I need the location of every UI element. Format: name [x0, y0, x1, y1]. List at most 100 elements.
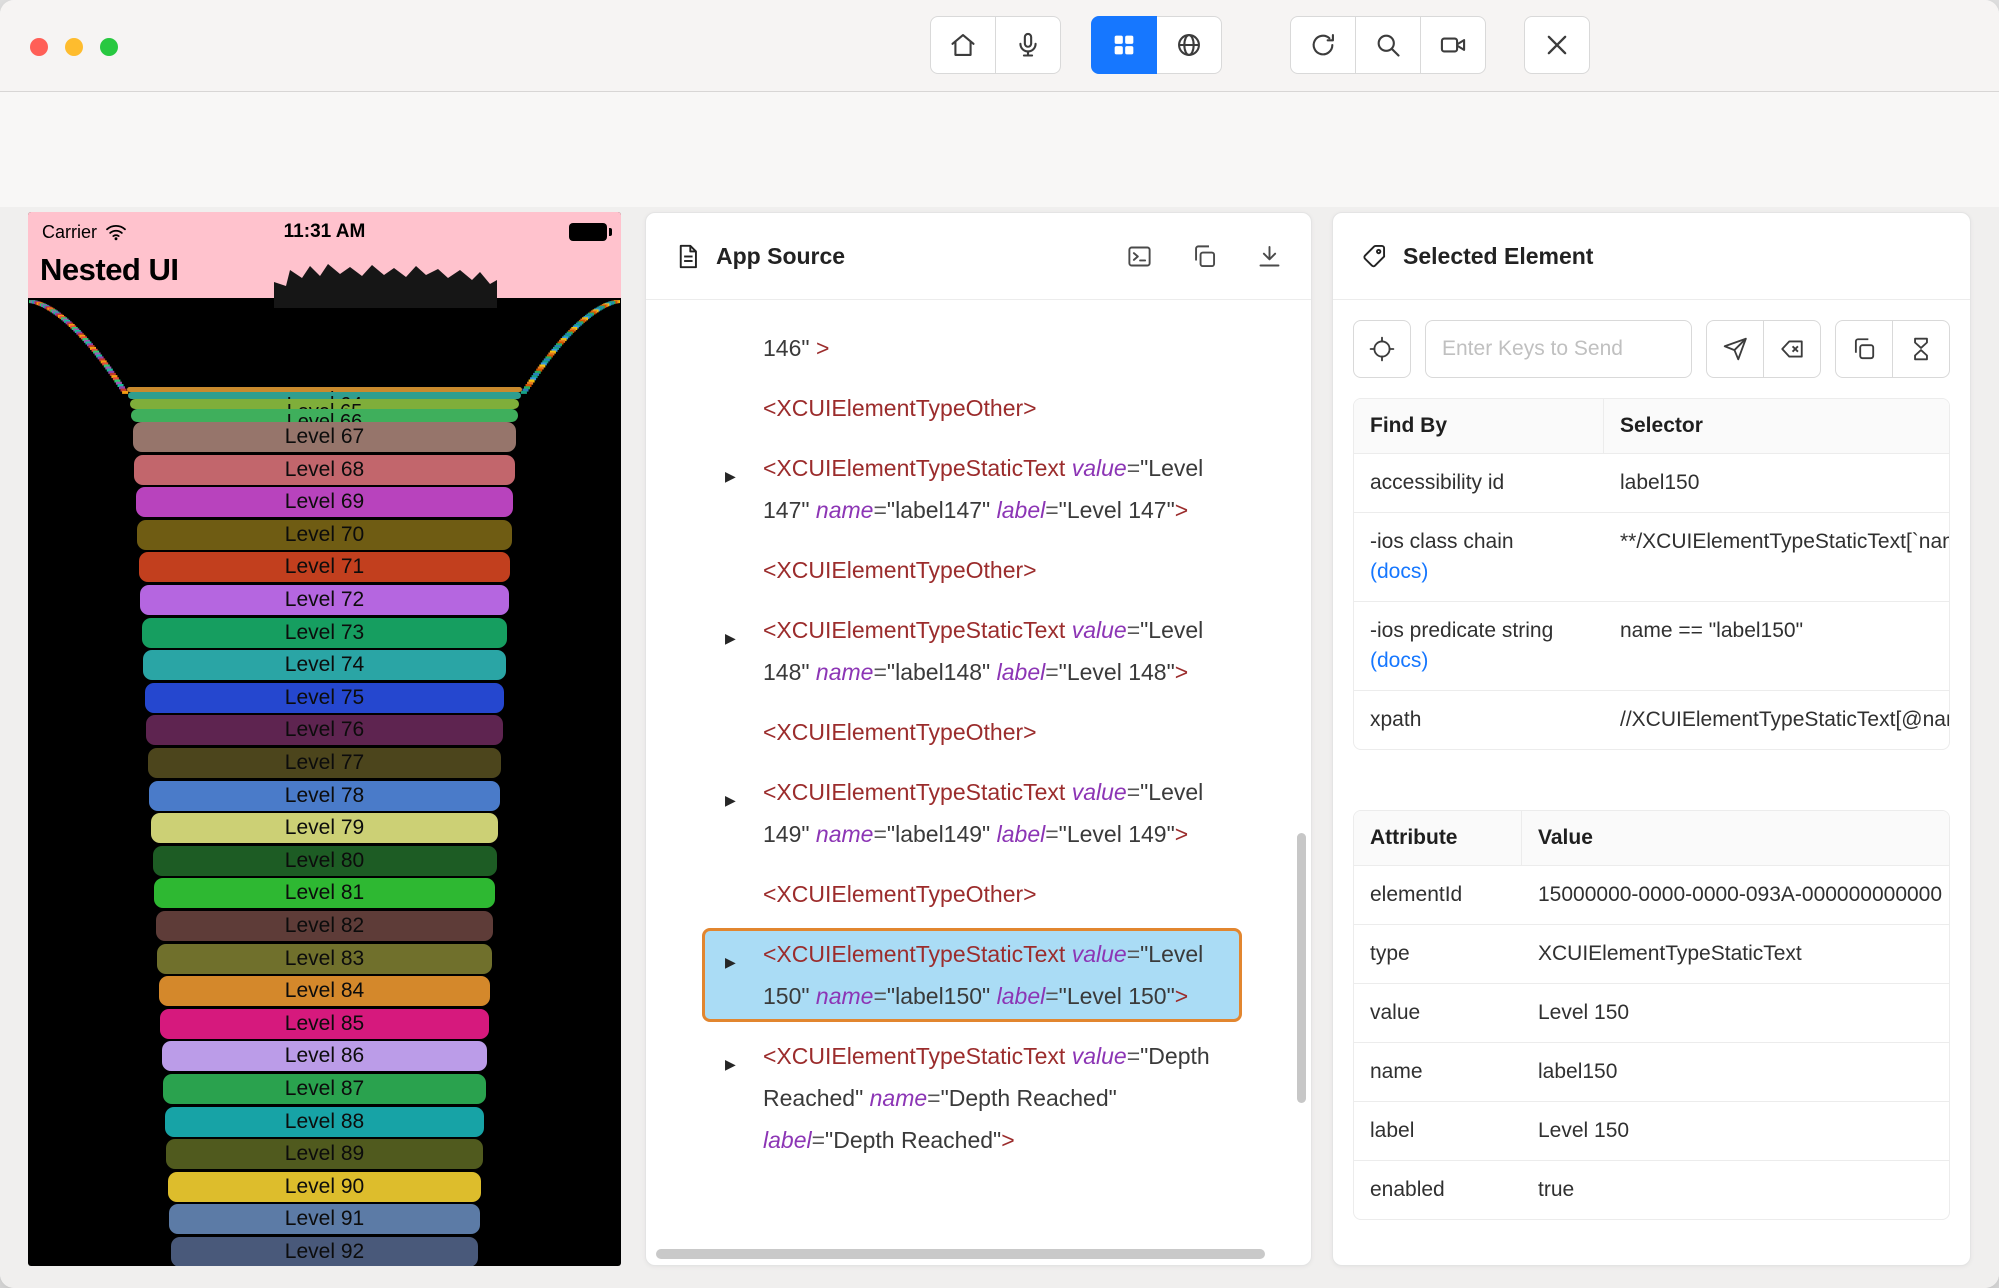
refresh-button[interactable]: [1290, 16, 1356, 74]
screenshot-level-element[interactable]: Level 68: [134, 454, 515, 485]
attribute-rows: elementId 15000000-0000-0000-093A-0000000…: [1354, 865, 1949, 1219]
toolbar-group-quit: [1524, 16, 1590, 74]
microphone-button[interactable]: [995, 16, 1061, 74]
minimize-window-button[interactable]: [65, 38, 83, 56]
level-silhouette: [274, 264, 497, 308]
find-by-table-header: Find By Selector: [1354, 399, 1949, 453]
source-tree-node[interactable]: ▶ <XCUIElementTypeStaticText value="Level…: [702, 928, 1242, 1022]
screenshot-level-element[interactable]: Level 72: [140, 585, 509, 615]
find-by-key-cell: -ios class chain (docs): [1354, 513, 1604, 601]
source-tree-node[interactable]: ▶ <XCUIElementTypeStaticText value="Depth…: [702, 1030, 1242, 1166]
source-tree-node[interactable]: ▶ <XCUIElementTypeStaticText value="Level…: [702, 766, 1242, 860]
copy-attributes-button[interactable]: [1835, 320, 1893, 378]
expand-arrow-icon[interactable]: ▶: [725, 617, 736, 659]
globe-icon: [1178, 34, 1200, 56]
screenshot-level-element[interactable]: Level 75: [144, 682, 505, 713]
quit-session-button[interactable]: [1524, 16, 1590, 74]
screenshot-level-element[interactable]: Level 74: [143, 650, 506, 681]
screenshot-level-element[interactable]: Level 84: [158, 976, 491, 1007]
source-tree-node[interactable]: <XCUIElementTypeOther>: [702, 382, 1242, 434]
screenshot-level-element[interactable]: Level 73: [141, 617, 508, 648]
screenshot-level-element[interactable]: Level 90: [167, 1171, 482, 1202]
close-window-button[interactable]: [30, 38, 48, 56]
screenshot-level-element[interactable]: Level 76: [146, 715, 503, 746]
zoom-window-button[interactable]: [100, 38, 118, 56]
screenshot-level-element[interactable]: Level 69: [135, 487, 514, 518]
source-tree-node[interactable]: 146" >: [702, 322, 1242, 374]
screenshot-level-element[interactable]: Level 65: [129, 399, 520, 409]
expand-arrow-icon[interactable]: ▶: [725, 779, 736, 821]
expand-arrow-icon[interactable]: ▶: [725, 941, 736, 983]
screenshot-level-element[interactable]: Level 86: [161, 1041, 488, 1072]
terminal-icon[interactable]: [1126, 243, 1153, 270]
docs-link[interactable]: (docs): [1370, 560, 1588, 584]
locate-element-button[interactable]: [1353, 320, 1411, 378]
selected-element-body: Find By Selector accessibility id label15…: [1333, 300, 1970, 1220]
screenshot-level-element[interactable]: Level 81: [154, 878, 495, 909]
screenshot-level-element[interactable]: Level 70: [137, 519, 512, 550]
source-tree: 146" > <XCUIElementTypeOther> ▶ <XCUIElemen…: [646, 300, 1311, 1265]
attribute-value-cell: Level 150: [1538, 1001, 1630, 1024]
horizontal-scrollbar[interactable]: [656, 1249, 1265, 1259]
subbar: SourceCommandsGesturesRecorderSession In…: [0, 92, 1999, 287]
attribute-value-cell: XCUIElementTypeStaticText: [1538, 942, 1802, 965]
find-by-row: -ios class chain (docs) **/XCUIElementType…: [1354, 512, 1949, 601]
download-icon[interactable]: [1256, 243, 1283, 270]
device-screenshot[interactable]: Carrier 11:31 AM Nested UI Level 63Level…: [28, 212, 621, 1266]
screenshot-level-element[interactable]: Level 87: [163, 1074, 486, 1104]
screenshot-level-element[interactable]: Level 80: [152, 845, 497, 876]
selector-cell: label150: [1620, 471, 1700, 494]
source-tree-node[interactable]: <XCUIElementTypeOther>: [702, 544, 1242, 596]
search-button[interactable]: [1355, 16, 1421, 74]
expand-arrow-icon[interactable]: ▶: [725, 455, 736, 497]
screenshot-level-element[interactable]: Level 67: [132, 422, 517, 452]
source-tree-node[interactable]: <XCUIElementTypeOther>: [702, 868, 1242, 920]
copy-icon[interactable]: [1191, 243, 1218, 270]
status-bar: Carrier 11:31 AM: [28, 212, 621, 252]
attributes-table: Attribute Value elementId 15000000-0000-0…: [1353, 810, 1950, 1220]
screenshot-level-element[interactable]: Level 92: [170, 1237, 479, 1266]
screenshot-level-element[interactable]: Level 83: [157, 943, 492, 974]
screenshot-level-element[interactable]: Level 66: [131, 409, 518, 422]
attribute-value-cell: 15000000-0000-0000-093A-000000000000: [1538, 883, 1943, 906]
toolbar-group-view: [1091, 16, 1222, 74]
screenshot-level-element[interactable]: Level 71: [138, 552, 511, 583]
source-tree-node[interactable]: ▶ <XCUIElementTypeStaticText value="Level…: [702, 442, 1242, 536]
app-title: Nested UI: [40, 252, 179, 287]
screenshot-level-element[interactable]: Level 85: [160, 1008, 489, 1039]
app-source-title: App Source: [716, 242, 846, 269]
screenshot-level-element[interactable]: Level 82: [155, 911, 494, 941]
selector-cell: **/XCUIElementTypeStaticText[`name == "l…: [1620, 530, 1949, 553]
find-by-key-cell: -ios predicate string (docs): [1354, 602, 1604, 690]
send-keys-input[interactable]: [1425, 320, 1692, 378]
docs-link[interactable]: (docs): [1370, 649, 1588, 673]
attribute-name-cell: type: [1370, 942, 1410, 965]
expand-arrow-icon[interactable]: ▶: [725, 1043, 736, 1085]
screenshot-level-element[interactable]: Level 89: [166, 1139, 483, 1170]
vertical-scrollbar[interactable]: [1297, 833, 1306, 1103]
tag-icon: [1363, 244, 1386, 267]
screenshot-level-element[interactable]: Level 77: [147, 748, 502, 778]
wait-for-element-button[interactable]: [1892, 320, 1950, 378]
apps-grid-button[interactable]: [1091, 16, 1157, 74]
home-button[interactable]: [930, 16, 996, 74]
close-x-icon: [1547, 35, 1567, 55]
screenshot-level-element[interactable]: Level 64: [128, 392, 521, 399]
send-keys-button[interactable]: [1706, 320, 1764, 378]
find-by-row: xpath //XCUIElementTypeStaticText[@name="…: [1354, 690, 1949, 749]
screenshot-level-element[interactable]: Level 79: [150, 813, 499, 844]
globe-button[interactable]: [1156, 16, 1222, 74]
source-tree-node[interactable]: <XCUIElementTypeOther>: [702, 706, 1242, 758]
screenshot-level-element[interactable]: Level 91: [169, 1204, 480, 1235]
find-by-key-cell: accessibility id: [1370, 471, 1505, 494]
clear-field-button[interactable]: [1763, 320, 1821, 378]
source-tree-node[interactable]: ▶ <XCUIElementTypeStaticText value="Level…: [702, 604, 1242, 698]
copy-icon: [1854, 338, 1875, 360]
screen-record-button[interactable]: [1420, 16, 1486, 74]
selected-element-title: Selected Element: [1403, 242, 1594, 269]
screenshot-level-element[interactable]: Level 88: [164, 1106, 485, 1137]
attribute-name-cell: name: [1370, 1060, 1423, 1083]
attribute-name-cell: value: [1370, 1001, 1421, 1024]
screenshot-level-element[interactable]: Level 78: [149, 780, 500, 811]
attribute-row: enabled true: [1354, 1160, 1949, 1219]
